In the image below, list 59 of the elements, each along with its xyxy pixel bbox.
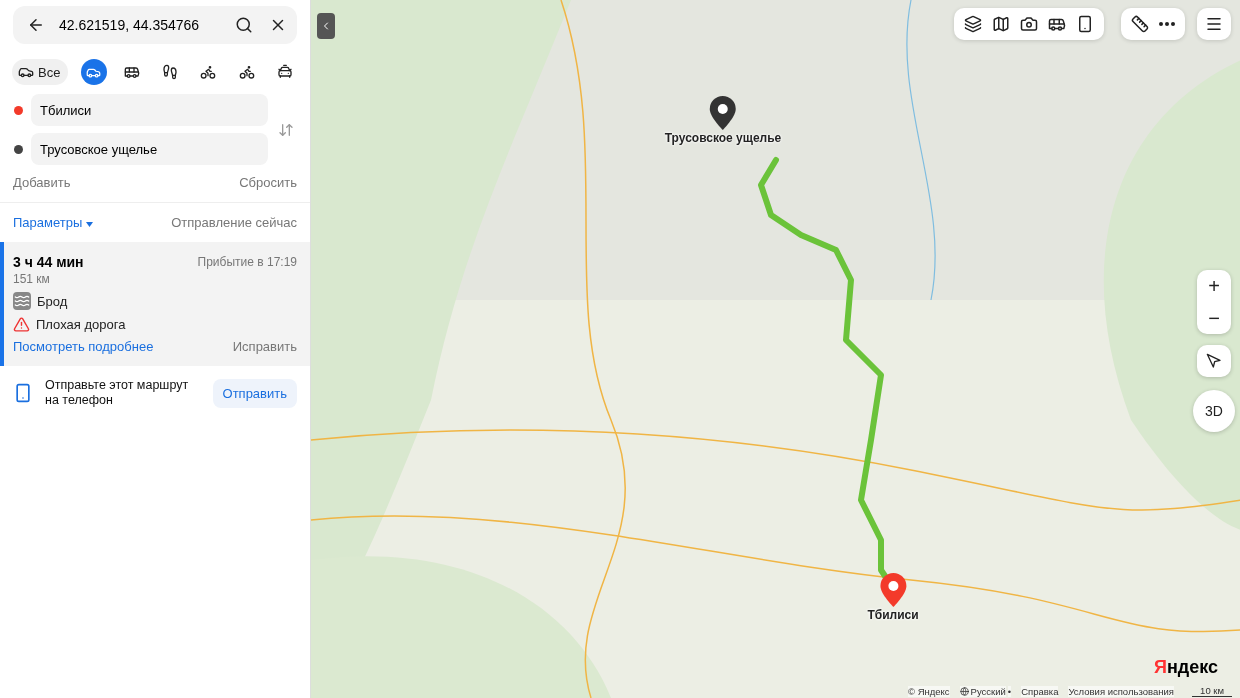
warning-triangle-icon <box>13 316 30 333</box>
collapse-panel-button[interactable] <box>317 13 335 39</box>
more-icon <box>1159 22 1175 26</box>
route-distance: 151 км <box>13 272 51 286</box>
parameters-link[interactable]: Параметры <box>13 215 93 230</box>
back-icon <box>27 16 45 34</box>
menu-button[interactable] <box>1205 15 1223 33</box>
help-link[interactable]: Справка <box>1021 686 1059 697</box>
yandex-logo: Яндекс <box>1153 657 1218 678</box>
swap-icon <box>278 121 294 138</box>
add-link[interactable]: Добавить <box>13 175 71 190</box>
route-card[interactable]: 3 ч 44 мин Прибытие в 17:19 151 км Брод Плохая дорога Посмотреть подробнее Исправить <box>0 242 310 366</box>
map-pin-icon <box>709 95 737 131</box>
menu-icon <box>1205 15 1223 33</box>
route-warning: Плохая дорога <box>36 317 126 332</box>
phone-button[interactable] <box>1076 15 1094 33</box>
waypoint-field[interactable]: Тбилиси <box>31 94 268 126</box>
search-input[interactable]: 42.621519, 44.354766 <box>57 16 223 34</box>
ford-icon <box>13 292 31 310</box>
departure-link[interactable]: Отправление сейчас <box>171 215 297 230</box>
map-pin-icon <box>879 572 907 608</box>
arrival-time: Прибытие в 17:19 <box>197 255 297 269</box>
more-button[interactable] <box>1159 22 1175 26</box>
phone-icon <box>1076 15 1094 33</box>
send-button[interactable]: Отправить <box>212 378 297 408</box>
reset-link[interactable]: Сбросить <box>239 175 297 190</box>
globe-icon <box>959 687 969 696</box>
ruler-icon <box>1131 15 1149 33</box>
pin-label: Тбилиси <box>867 608 919 622</box>
language-link[interactable]: Русский <box>959 686 1006 697</box>
camera-icon <box>1020 15 1038 33</box>
map-book-button[interactable] <box>992 15 1010 33</box>
camera-button[interactable] <box>1020 15 1038 33</box>
caret-icon <box>85 222 93 227</box>
map-view[interactable]: + − 3D Трусовское ущелье Тбилиси Яндекс © Яндекс Русский • Справка Условия использования 10 км <box>311 0 1240 698</box>
bus-icon <box>123 64 140 80</box>
map-scale: 10 км <box>1192 685 1232 697</box>
taxi-icon <box>277 64 293 80</box>
route-warning: Брод <box>37 293 68 309</box>
terms-link[interactable]: Условия использования <box>1068 686 1174 697</box>
phone-icon <box>13 383 33 403</box>
details-link[interactable]: Посмотреть подробнее <box>13 339 154 354</box>
bicycle-icon <box>200 64 217 80</box>
search-icon <box>235 16 253 34</box>
pedestrian-icon <box>162 64 179 80</box>
search-bar[interactable]: 42.621519, 44.354766 <box>13 6 297 44</box>
all-modes-tab[interactable]: Все <box>12 59 69 85</box>
pin-label: Трусовское ущелье <box>664 131 782 145</box>
locate-button[interactable] <box>1197 345 1231 377</box>
fix-link[interactable]: Исправить <box>232 339 297 354</box>
copyright-text: © Яндекс <box>908 686 950 697</box>
route-duration: 3 ч 44 мин <box>13 254 84 270</box>
send-to-phone-text: Отправьте этот маршрут на телефон <box>45 378 190 408</box>
zoom-out-button[interactable]: − <box>1197 302 1231 334</box>
ruler-button[interactable] <box>1131 15 1149 33</box>
zoom-in-button[interactable]: + <box>1197 270 1231 302</box>
map-icon <box>992 15 1010 33</box>
waypoint-field[interactable]: Трусовское ущелье <box>31 133 268 165</box>
location-arrow-icon <box>1206 353 1222 369</box>
